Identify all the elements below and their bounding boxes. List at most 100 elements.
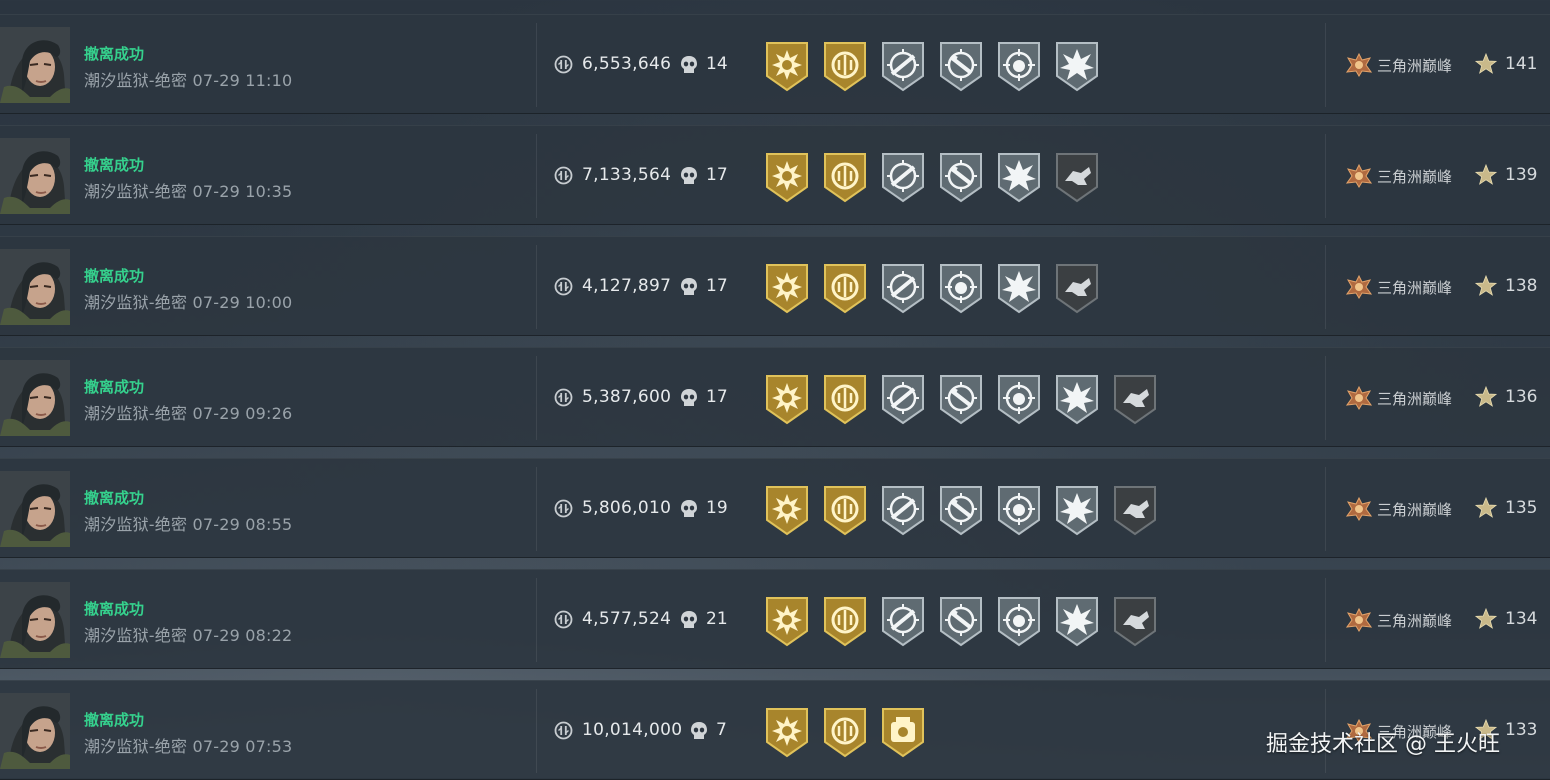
extraction-status: 撤离成功 bbox=[84, 156, 145, 174]
gold-round-badge-icon[interactable] bbox=[822, 595, 868, 647]
dark-hand-badge-icon[interactable] bbox=[1054, 262, 1100, 314]
silver-burst-badge-icon[interactable] bbox=[996, 262, 1042, 314]
match-info: 潮汐监狱-绝密 07-29 08:55 bbox=[84, 511, 292, 535]
match-info: 潮汐监狱-绝密 07-29 09:26 bbox=[84, 400, 292, 424]
match-row[interactable]: 撤离成功 潮汐监狱-绝密 07-29 09:26 5,387,600 17 三角洲巅峰 1… bbox=[0, 347, 1550, 447]
map-name: 潮汐监狱-绝密 bbox=[84, 293, 188, 312]
kill-count: 17 bbox=[706, 276, 728, 296]
dark-hand-badge-icon[interactable] bbox=[1112, 595, 1158, 647]
divider bbox=[536, 245, 537, 329]
silver-aim-badge-icon[interactable] bbox=[880, 373, 926, 425]
extraction-status: 撤离成功 bbox=[84, 489, 145, 507]
match-time: 07-29 07:53 bbox=[192, 737, 293, 756]
dark-hand-badge-icon[interactable] bbox=[1054, 151, 1100, 203]
silver-burst-badge-icon[interactable] bbox=[1054, 40, 1100, 92]
kill-count: 7 bbox=[716, 720, 727, 740]
rank-name: 三角洲巅峰 bbox=[1377, 279, 1453, 297]
silver-burst-badge-icon[interactable] bbox=[1054, 595, 1100, 647]
match-row[interactable]: 撤离成功 潮汐监狱-绝密 07-29 10:35 7,133,564 17 三角洲巅峰 1… bbox=[0, 125, 1550, 225]
gold-sun-badge-icon[interactable] bbox=[764, 595, 810, 647]
rank-name: 三角洲巅峰 bbox=[1377, 501, 1453, 519]
gold-round-badge-icon[interactable] bbox=[822, 484, 868, 536]
match-info: 潮汐监狱-绝密 07-29 10:00 bbox=[84, 289, 292, 313]
match-time: 07-29 10:35 bbox=[192, 182, 293, 201]
asset-value-icon bbox=[554, 499, 573, 518]
gold-vault-badge-icon[interactable] bbox=[880, 706, 926, 758]
match-info: 潮汐监狱-绝密 07-29 11:10 bbox=[84, 67, 292, 91]
gold-sun-badge-icon[interactable] bbox=[764, 151, 810, 203]
asset-value-icon bbox=[554, 277, 573, 296]
operator-avatar bbox=[0, 27, 70, 103]
asset-value-icon bbox=[554, 721, 573, 740]
star-icon bbox=[1474, 274, 1498, 298]
match-row[interactable]: 撤离成功 潮汐监狱-绝密 07-29 08:22 4,577,524 21 三角洲巅峰 1… bbox=[0, 569, 1550, 669]
player-level: 134 bbox=[1505, 609, 1538, 629]
skull-icon bbox=[680, 55, 698, 75]
watermark: 掘金技术社区 @ 王火旺 bbox=[1266, 732, 1500, 757]
match-row[interactable]: 撤离成功 潮汐监狱-绝密 07-29 10:00 4,127,897 17 三角洲巅峰 1… bbox=[0, 236, 1550, 336]
asset-value-icon bbox=[554, 166, 573, 185]
gold-round-badge-icon[interactable] bbox=[822, 262, 868, 314]
star-icon bbox=[1474, 52, 1498, 76]
match-time: 07-29 11:10 bbox=[192, 71, 293, 90]
player-level: 139 bbox=[1505, 165, 1538, 185]
extraction-status: 撤离成功 bbox=[84, 267, 145, 285]
dark-hand-badge-icon[interactable] bbox=[1112, 484, 1158, 536]
player-level: 136 bbox=[1505, 387, 1538, 407]
silver-aim-badge-icon[interactable] bbox=[880, 595, 926, 647]
asset-value: 7,133,564 bbox=[582, 165, 672, 185]
map-name: 潮汐监狱-绝密 bbox=[84, 404, 188, 423]
operator-avatar bbox=[0, 693, 70, 769]
silver-crosshair-badge-icon[interactable] bbox=[938, 262, 984, 314]
silver-aim2-badge-icon[interactable] bbox=[938, 595, 984, 647]
silver-aim2-badge-icon[interactable] bbox=[938, 484, 984, 536]
skull-icon bbox=[680, 277, 698, 297]
silver-aim-badge-icon[interactable] bbox=[880, 262, 926, 314]
gold-round-badge-icon[interactable] bbox=[822, 40, 868, 92]
silver-burst-badge-icon[interactable] bbox=[1054, 484, 1100, 536]
asset-value: 10,014,000 bbox=[582, 720, 683, 740]
asset-value: 5,387,600 bbox=[582, 387, 672, 407]
rank-name: 三角洲巅峰 bbox=[1377, 168, 1453, 186]
silver-aim2-badge-icon[interactable] bbox=[938, 40, 984, 92]
gold-sun-badge-icon[interactable] bbox=[764, 706, 810, 758]
match-row[interactable]: 撤离成功 潮汐监狱-绝密 07-29 11:10 6,553,646 14 三角洲巅峰 1… bbox=[0, 14, 1550, 114]
silver-aim-badge-icon[interactable] bbox=[880, 40, 926, 92]
star-icon bbox=[1474, 496, 1498, 520]
gold-round-badge-icon[interactable] bbox=[822, 151, 868, 203]
divider bbox=[536, 467, 537, 551]
silver-burst-badge-icon[interactable] bbox=[996, 151, 1042, 203]
kill-count: 17 bbox=[706, 387, 728, 407]
match-time: 07-29 10:00 bbox=[192, 293, 293, 312]
silver-crosshair-badge-icon[interactable] bbox=[996, 40, 1042, 92]
asset-value: 4,127,897 bbox=[582, 276, 672, 296]
silver-crosshair-badge-icon[interactable] bbox=[996, 373, 1042, 425]
silver-crosshair-badge-icon[interactable] bbox=[996, 484, 1042, 536]
skull-icon bbox=[680, 610, 698, 630]
divider bbox=[1325, 23, 1326, 107]
silver-aim2-badge-icon[interactable] bbox=[938, 151, 984, 203]
skull-icon bbox=[680, 388, 698, 408]
silver-aim-badge-icon[interactable] bbox=[880, 484, 926, 536]
match-info: 潮汐监狱-绝密 07-29 10:35 bbox=[84, 178, 292, 202]
match-time: 07-29 09:26 bbox=[192, 404, 293, 423]
map-name: 潮汐监狱-绝密 bbox=[84, 71, 188, 90]
operator-avatar bbox=[0, 249, 70, 325]
gold-sun-badge-icon[interactable] bbox=[764, 262, 810, 314]
extraction-status: 撤离成功 bbox=[84, 600, 145, 618]
gold-round-badge-icon[interactable] bbox=[822, 706, 868, 758]
silver-aim2-badge-icon[interactable] bbox=[938, 373, 984, 425]
silver-aim-badge-icon[interactable] bbox=[880, 151, 926, 203]
dark-hand-badge-icon[interactable] bbox=[1112, 373, 1158, 425]
gold-sun-badge-icon[interactable] bbox=[764, 373, 810, 425]
operator-avatar bbox=[0, 138, 70, 214]
match-row[interactable]: 撤离成功 潮汐监狱-绝密 07-29 08:55 5,806,010 19 三角洲巅峰 1… bbox=[0, 458, 1550, 558]
kill-count: 21 bbox=[706, 609, 728, 629]
gold-sun-badge-icon[interactable] bbox=[764, 484, 810, 536]
extraction-status: 撤离成功 bbox=[84, 378, 145, 396]
silver-crosshair-badge-icon[interactable] bbox=[996, 595, 1042, 647]
asset-value-icon bbox=[554, 388, 573, 407]
silver-burst-badge-icon[interactable] bbox=[1054, 373, 1100, 425]
gold-sun-badge-icon[interactable] bbox=[764, 40, 810, 92]
gold-round-badge-icon[interactable] bbox=[822, 373, 868, 425]
